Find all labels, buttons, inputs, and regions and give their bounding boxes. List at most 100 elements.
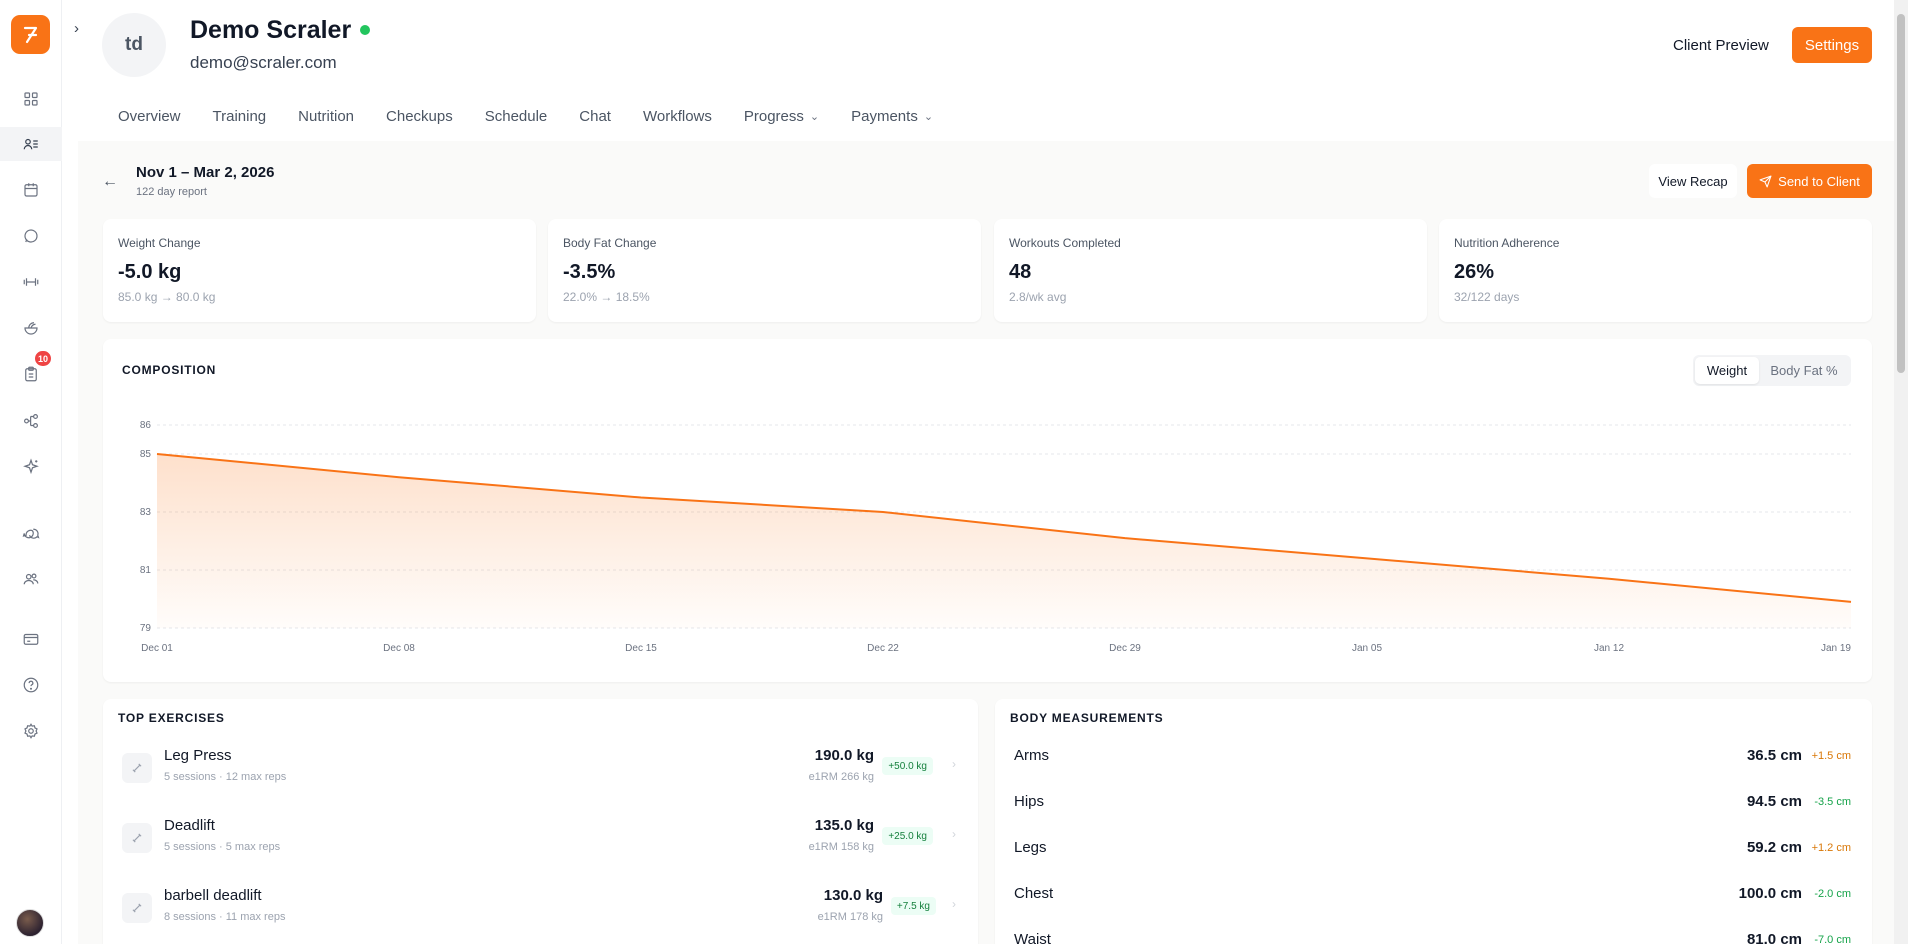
send-to-client-button[interactable]: Send to Client (1747, 164, 1872, 198)
settings-button[interactable]: Settings (1792, 27, 1872, 63)
nutrition-bowl-icon (24, 322, 38, 335)
client-preview-button[interactable]: Client Preview (1661, 27, 1781, 63)
dumbbell-icon (23, 278, 39, 286)
chevron-right-icon: › (952, 897, 956, 911)
sidebar-item-training[interactable] (14, 265, 48, 299)
x-tick-label: Dec 29 (1109, 643, 1141, 654)
sidebar-item-ai[interactable] (14, 450, 48, 484)
sidebar-item-clients[interactable] (0, 127, 62, 161)
sidebar-item-nutrition[interactable] (14, 311, 48, 345)
tab-training[interactable]: Training (213, 104, 267, 128)
sidebar-item-chat[interactable] (14, 219, 48, 253)
panel-title: TOP EXERCISES (118, 711, 225, 725)
composition-area-chart: 79 81 83 85 86 Dec 01 Dec 08 Dec 15 Dec 22 Dec 2… (140, 420, 1852, 654)
stat-card-nutrition-adherence: Nutrition Adherence 26% 32/122 days (1439, 219, 1872, 322)
clipboard-icon (25, 366, 37, 382)
client-email: demo@scraler.com (190, 53, 337, 72)
y-tick-label: 81 (140, 565, 152, 576)
runner-logo-icon (23, 26, 37, 43)
composition-chart-card: COMPOSITION Weight Body Fat % 79 81 83 85 86… (103, 339, 1872, 682)
measurement-row: Chest 100.0 cm -2.0 cm (1014, 885, 1851, 902)
client-name: Demo Scraler (190, 16, 352, 44)
sidebar-expand-chevron-icon[interactable]: › (74, 20, 79, 37)
tab-checkups[interactable]: Checkups (386, 104, 453, 128)
measurement-row: Waist 81.0 cm -7.0 cm (1014, 931, 1851, 944)
send-paper-plane-icon (1759, 175, 1772, 187)
sidebar-item-messages[interactable] (14, 516, 48, 550)
calendar-icon (24, 183, 38, 197)
progress-delta-badge: +7.5 kg (890, 897, 936, 915)
weight-area-fill (157, 454, 1851, 628)
tab-schedule[interactable]: Schedule (485, 104, 548, 128)
y-tick-label: 85 (140, 449, 152, 460)
body-measurements-panel: BODY MEASUREMENTS Arms 36.5 cm +1.5 cm H… (995, 699, 1872, 944)
chat-bubble-icon (24, 229, 38, 243)
client-avatar: td (102, 13, 166, 77)
panel-title: BODY MEASUREMENTS (1010, 711, 1164, 725)
chevron-right-icon: › (952, 827, 956, 841)
app-logo[interactable] (11, 15, 50, 54)
tab-progress[interactable]: Progress ⌄ (744, 104, 819, 128)
measurement-row: Hips 94.5 cm -3.5 cm (1014, 793, 1851, 810)
clients-icon (23, 138, 38, 150)
y-tick-label: 83 (140, 507, 152, 518)
top-exercises-panel: TOP EXERCISES Leg Press 5 sessions · 12 … (103, 699, 978, 944)
progress-delta-badge: +25.0 kg (882, 827, 933, 845)
x-tick-label: Dec 01 (141, 643, 173, 654)
x-tick-label: Dec 08 (383, 643, 415, 654)
x-tick-label: Jan 05 (1352, 643, 1382, 654)
sidebar: 10 (0, 0, 62, 944)
exercise-icon (122, 823, 152, 853)
sidebar-item-workflows[interactable] (14, 404, 48, 438)
x-tick-label: Jan 19 (1821, 643, 1851, 654)
notification-badge: 10 (35, 351, 52, 366)
tab-payments[interactable]: Payments ⌄ (851, 104, 933, 128)
team-icon (23, 573, 39, 585)
exercise-row[interactable]: Leg Press 5 sessions · 12 max reps 190.0… (103, 747, 978, 817)
chevron-down-icon: ⌄ (923, 110, 934, 123)
progress-delta-badge: +50.0 kg (882, 757, 933, 775)
page-scrollbar[interactable] (1894, 0, 1908, 944)
stat-card-weight-change: Weight Change -5.0 kg 85.0 kg → 80.0 kg (103, 219, 536, 322)
chevron-down-icon: ⌄ (809, 110, 820, 123)
sidebar-item-settings[interactable] (14, 714, 48, 748)
dashboard-grid-icon (24, 92, 38, 106)
measurement-row: Arms 36.5 cm +1.5 cm (1014, 747, 1851, 764)
workflow-icon (24, 414, 38, 428)
back-arrow-icon[interactable]: ← (102, 173, 118, 191)
messages-icon (22, 528, 40, 539)
tab-nutrition[interactable]: Nutrition (298, 104, 354, 128)
scrollbar-thumb[interactable] (1897, 14, 1905, 373)
y-tick-label: 79 (140, 623, 152, 634)
tab-chat[interactable]: Chat (579, 104, 611, 128)
chevron-right-icon: › (952, 757, 956, 771)
stat-card-workouts-completed: Workouts Completed 48 2.8/wk avg (994, 219, 1427, 322)
x-tick-label: Dec 15 (625, 643, 657, 654)
view-recap-button[interactable]: View Recap (1649, 164, 1737, 198)
settings-gear-icon (24, 723, 38, 739)
client-tabs: Overview Training Nutrition Checkups Sch… (118, 104, 965, 128)
y-tick-label: 86 (140, 420, 152, 431)
measurement-row: Legs 59.2 cm +1.2 cm (1014, 839, 1851, 856)
x-tick-label: Dec 22 (867, 643, 899, 654)
tab-workflows[interactable]: Workflows (643, 104, 712, 128)
online-status-dot (360, 25, 370, 35)
billing-card-icon (23, 633, 39, 645)
user-avatar[interactable] (16, 909, 44, 937)
sidebar-item-help[interactable] (14, 668, 48, 702)
sidebar-item-dashboard[interactable] (14, 82, 48, 116)
help-icon (23, 677, 39, 693)
report-duration: 122 day report (136, 186, 207, 198)
exercise-icon (122, 893, 152, 923)
tab-overview[interactable]: Overview (118, 104, 181, 128)
x-tick-label: Jan 12 (1594, 643, 1624, 654)
exercise-row[interactable]: Deadlift 5 sessions · 5 max reps 135.0 k… (103, 817, 978, 887)
exercise-icon (122, 753, 152, 783)
stat-card-body-fat-change: Body Fat Change -3.5% 22.0% → 18.5% (548, 219, 981, 322)
exercise-row[interactable]: barbell deadlift 8 sessions · 11 max rep… (103, 887, 978, 944)
sparkle-icon (23, 458, 39, 475)
sidebar-item-billing[interactable] (14, 622, 48, 656)
sidebar-item-checkups[interactable]: 10 (14, 351, 52, 391)
sidebar-item-calendar[interactable] (14, 173, 48, 207)
sidebar-item-team[interactable] (14, 562, 48, 596)
